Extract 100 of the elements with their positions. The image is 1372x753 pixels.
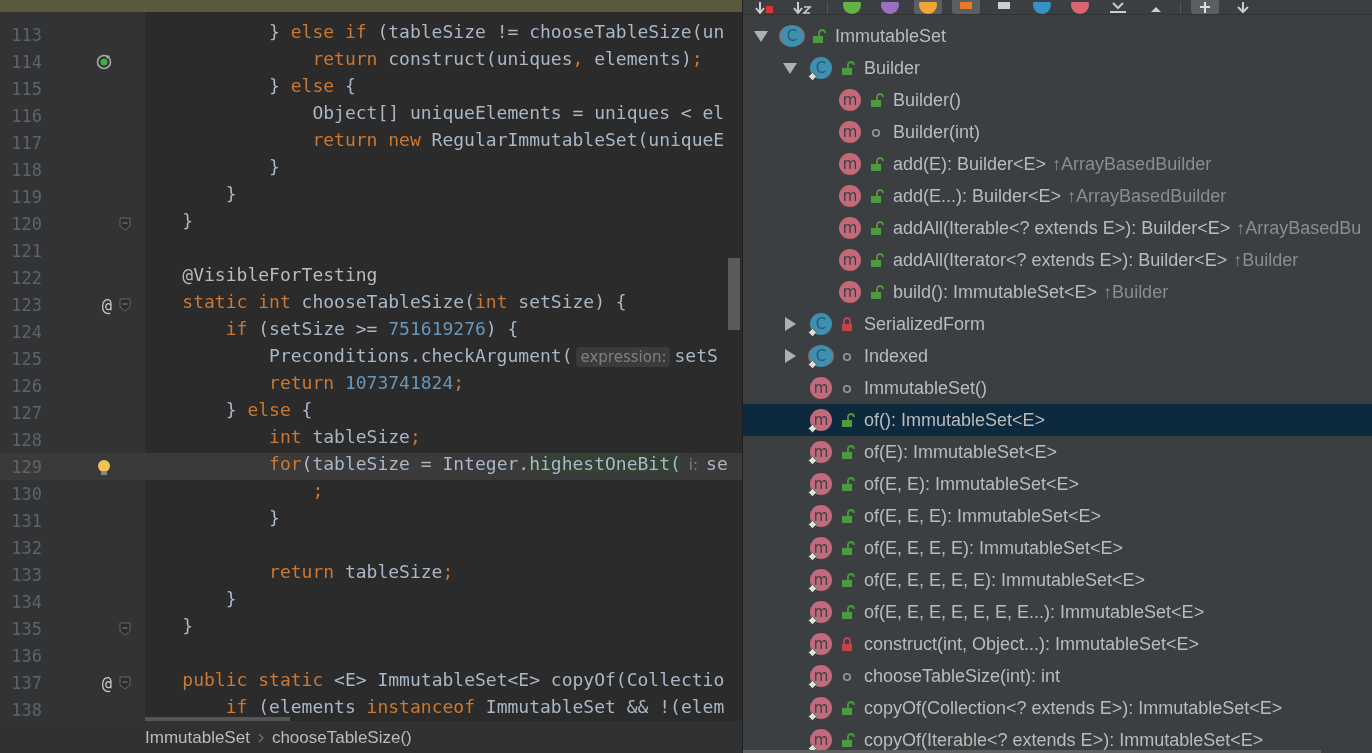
code-text: (setSize >= bbox=[258, 318, 379, 339]
code-text: int bbox=[269, 426, 302, 447]
tree-item[interactable]: m chooseTableSize(int): int bbox=[743, 660, 1372, 692]
tree-item[interactable]: m of(E, E, E, E, E, E, E...): ImmutableSet<E> bbox=[743, 596, 1372, 628]
tree-item[interactable]: m of(E, E, E): ImmutableSet<E> bbox=[743, 500, 1372, 532]
code-text: RegularImmutableSet(uniqueE bbox=[431, 129, 725, 150]
method-icon: m bbox=[810, 377, 832, 399]
method-icon: m bbox=[839, 217, 861, 239]
code-text: } bbox=[269, 156, 280, 177]
code-text: (tableSize = Integer. bbox=[301, 453, 530, 474]
code-text: (elements bbox=[258, 696, 357, 717]
tree-item[interactable]: m copyOf(Collection<? extends E>): ImmutableSet<E> bbox=[743, 692, 1372, 724]
method-icon: m bbox=[839, 89, 861, 111]
code-text: ; bbox=[409, 426, 421, 447]
expand-arrow-icon[interactable] bbox=[782, 348, 798, 364]
toolbar-button[interactable] bbox=[1191, 0, 1219, 14]
toolbar-button[interactable] bbox=[914, 0, 942, 14]
fold-marker-icon[interactable] bbox=[119, 675, 131, 690]
code-text: for bbox=[269, 453, 302, 474]
class-icon: C bbox=[781, 25, 803, 47]
code-text: } bbox=[269, 507, 280, 528]
member-signature: Builder bbox=[864, 57, 921, 79]
tree-item[interactable]: m of(E): ImmutableSet<E> bbox=[743, 436, 1372, 468]
code-text: int bbox=[474, 291, 508, 312]
code-text: return bbox=[269, 372, 335, 393]
member-signature: add(E): Builder<E> bbox=[893, 153, 1047, 175]
tree-item[interactable]: C ImmutableSet bbox=[743, 20, 1372, 52]
code-text: else bbox=[247, 399, 291, 420]
tree-item[interactable]: m addAll(Iterable<? extends E>): Builder<E> ↑ArrayBasedBu bbox=[743, 212, 1372, 244]
code-text: <E> ImmutableSet<E> copyOf(Collectio bbox=[334, 669, 725, 690]
code-text: return bbox=[269, 561, 335, 582]
tree-item[interactable]: m construct(int, Object...): ImmutableSet<E> bbox=[743, 628, 1372, 660]
implements-marker[interactable]: @ bbox=[101, 672, 112, 693]
method-icon: m bbox=[810, 505, 832, 527]
fold-marker-icon[interactable] bbox=[119, 297, 131, 312]
class-icon: C bbox=[810, 345, 832, 367]
collapse-arrow-icon[interactable] bbox=[782, 60, 798, 76]
code-text: ; bbox=[442, 561, 454, 582]
lightbulb-icon[interactable] bbox=[96, 458, 112, 475]
method-icon: m bbox=[810, 569, 832, 591]
sort-icon[interactable] bbox=[755, 2, 775, 14]
member-signature: add(E...): Builder<E> bbox=[893, 185, 1062, 207]
breadcrumb[interactable]: ImmutableSet bbox=[145, 727, 250, 748]
tree-item[interactable]: C Builder bbox=[743, 52, 1372, 84]
code-text: construct(uniques bbox=[388, 48, 573, 69]
inherited-from: ↑Builder bbox=[1103, 281, 1169, 303]
method-icon: m bbox=[810, 537, 832, 559]
tree-item[interactable]: m ImmutableSet() bbox=[743, 372, 1372, 404]
tree-item[interactable]: m build(): ImmutableSet<E> ↑Builder bbox=[743, 276, 1372, 308]
inherited-from: ↑Builder bbox=[1233, 249, 1299, 271]
code-text: { bbox=[301, 399, 313, 420]
member-signature: copyOf(Collection<? extends E>): ImmutableSet<E> bbox=[864, 697, 1283, 719]
method-icon: m bbox=[810, 665, 832, 687]
implements-marker[interactable]: @ bbox=[101, 294, 112, 315]
expand-arrow-icon[interactable] bbox=[782, 316, 798, 332]
member-signature: ImmutableSet() bbox=[864, 377, 988, 399]
class-icon: C bbox=[810, 313, 832, 335]
member-signature: construct(int, Object...): ImmutableSet<E> bbox=[864, 633, 1200, 655]
code-text: 1073741824 bbox=[344, 372, 454, 393]
code-text: ImmutableSet && !(elem bbox=[485, 696, 725, 717]
sort-icon[interactable] bbox=[793, 2, 813, 14]
fold-marker-icon[interactable] bbox=[119, 216, 131, 231]
method-icon: m bbox=[810, 441, 832, 463]
tree-item[interactable]: m of(): ImmutableSet<E> bbox=[743, 404, 1372, 436]
code-text: ; bbox=[453, 372, 465, 393]
method-icon: m bbox=[810, 729, 832, 751]
collapse-arrow-icon[interactable] bbox=[753, 28, 769, 44]
expand-all-icon[interactable] bbox=[1108, 2, 1128, 14]
tree-item[interactable]: m of(E, E, E, E): ImmutableSet<E> bbox=[743, 532, 1372, 564]
member-signature: of(E, E, E, E, E, E, E...): ImmutableSet<E> bbox=[864, 601, 1205, 623]
recursion-icon[interactable] bbox=[96, 53, 112, 70]
code-text: if bbox=[225, 318, 248, 339]
method-icon: m bbox=[810, 601, 832, 623]
tree-item[interactable]: m of(E, E, E, E, E): ImmutableSet<E> bbox=[743, 564, 1372, 596]
tree-item[interactable]: m add(E): Builder<E> ↑ArrayBasedBuilder bbox=[743, 148, 1372, 180]
member-signature: copyOf(Iterable<? extends E>): ImmutableSet<E> bbox=[864, 729, 1264, 751]
code-text: (tableSize != chooseTableSize(un bbox=[377, 21, 725, 42]
tree-item[interactable]: m Builder() bbox=[743, 84, 1372, 116]
tree-item[interactable]: m add(E...): Builder<E> ↑ArrayBasedBuilder bbox=[743, 180, 1372, 212]
tree-item[interactable]: C SerializedForm bbox=[743, 308, 1372, 340]
breadcrumb[interactable]: chooseTableSize() bbox=[271, 727, 412, 748]
member-signature: addAll(Iterator<? extends E>): Builder<E> bbox=[893, 249, 1228, 271]
member-signature: of(E): ImmutableSet<E> bbox=[864, 441, 1058, 463]
method-icon: m bbox=[839, 185, 861, 207]
method-icon: m bbox=[810, 633, 832, 655]
code-text: @VisibleForTesting bbox=[182, 264, 378, 285]
code-text: tableSize bbox=[312, 426, 410, 447]
code-text: } bbox=[225, 183, 237, 204]
member-signature: SerializedForm bbox=[864, 313, 986, 335]
code-text: else if bbox=[290, 21, 367, 42]
tree-item[interactable]: m Builder(int) bbox=[743, 116, 1372, 148]
tree-item[interactable]: m addAll(Iterator<? extends E>): Builder<E> ↑Builder bbox=[743, 244, 1372, 276]
code-text: ) { bbox=[485, 318, 519, 339]
code-text: 751619276 bbox=[388, 318, 486, 339]
tree-item[interactable]: m of(E, E): ImmutableSet<E> bbox=[743, 468, 1372, 500]
member-signature: build(): ImmutableSet<E> bbox=[893, 281, 1098, 303]
fold-marker-icon[interactable] bbox=[119, 621, 131, 636]
method-icon: m bbox=[839, 249, 861, 271]
member-signature: Builder() bbox=[893, 89, 962, 111]
tree-item[interactable]: C Indexed bbox=[743, 340, 1372, 372]
